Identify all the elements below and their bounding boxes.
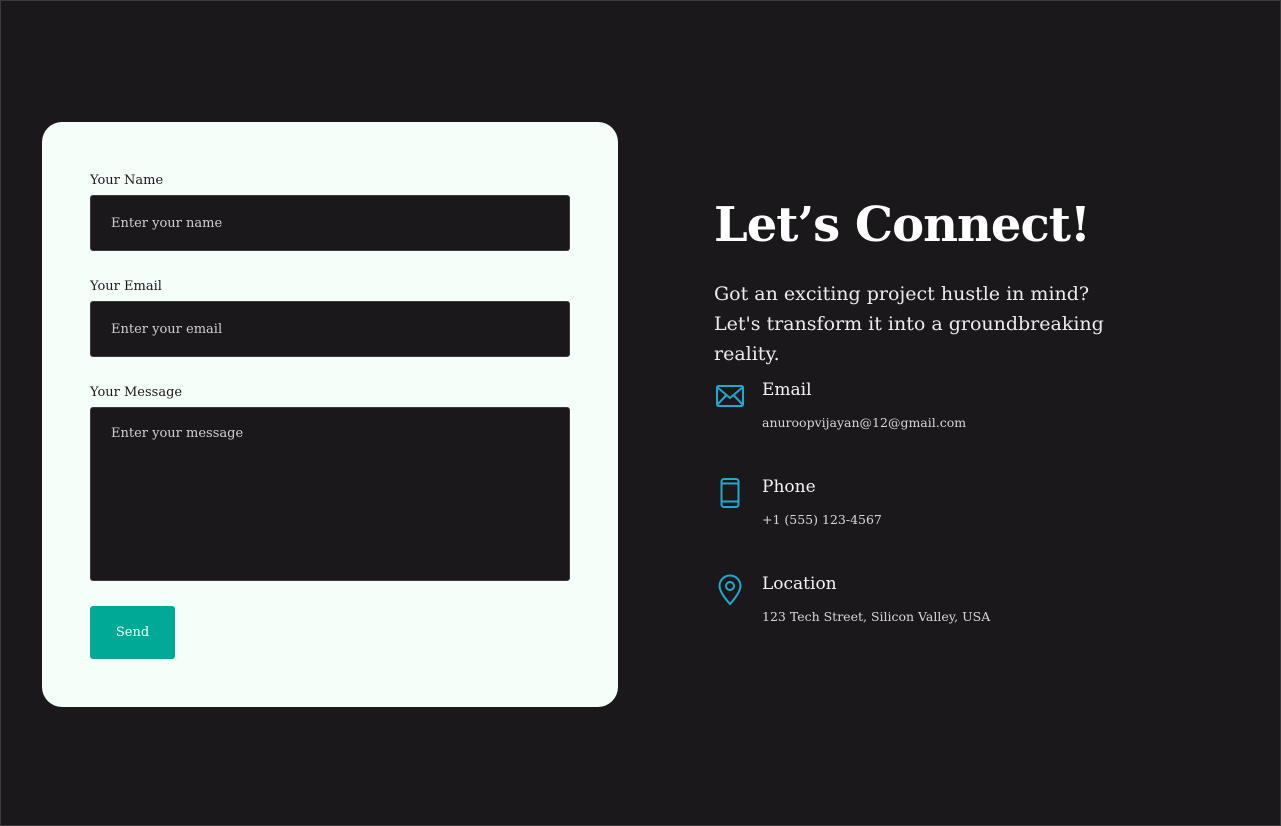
contact-location-title: Location (762, 574, 837, 594)
contact-form: Your Name Your Email Your Message Send (42, 122, 618, 707)
contact-page: Your Name Your Email Your Message Send L… (0, 0, 1281, 826)
name-label: Your Name (90, 173, 164, 188)
contact-phone-title: Phone (762, 477, 816, 497)
message-label: Your Message (90, 385, 183, 400)
contact-phone-value: +1 (555) 123-4567 (762, 512, 882, 527)
contact-location-value: 123 Tech Street, Silicon Valley, USA (762, 609, 991, 624)
email-input[interactable] (90, 301, 570, 357)
name-input[interactable] (90, 195, 570, 251)
page-title: Let’s Connect! (714, 197, 1091, 253)
send-button[interactable]: Send (90, 606, 175, 659)
envelope-icon (714, 380, 746, 412)
phone-icon (714, 477, 746, 509)
message-textarea[interactable] (90, 407, 570, 581)
location-pin-icon (714, 574, 746, 606)
contact-email-value: anuroopvijayan@12@gmail.com (762, 415, 967, 430)
contact-location: Location 123 Tech Street, Silicon Valley… (714, 574, 1214, 644)
contact-email-title: Email (762, 380, 812, 400)
page-subtitle: Got an exciting project hustle in mind? … (714, 283, 1104, 365)
email-label: Your Email (90, 279, 162, 294)
contact-phone: Phone +1 (555) 123-4567 (714, 477, 1214, 547)
contact-email: Email anuroopvijayan@12@gmail.com (714, 380, 1214, 450)
